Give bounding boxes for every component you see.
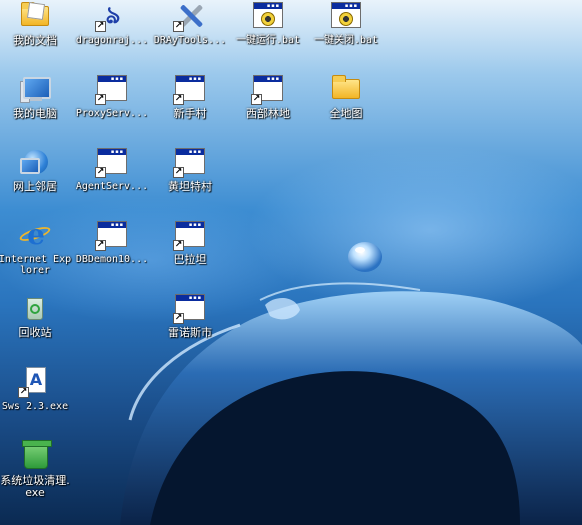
desktop-icon-my-computer[interactable]: 我的电脑: [0, 73, 74, 145]
desktop-icon-network-places[interactable]: 网上邻居: [0, 146, 74, 218]
icon-label: 网上邻居: [13, 180, 57, 193]
batch-file-icon: ▪▪▪: [251, 0, 285, 32]
desktop-icon-balatan[interactable]: ▪▪▪ ↗ 巴拉坦: [151, 219, 229, 291]
desktop-icon-my-documents[interactable]: 我的文档: [0, 0, 74, 72]
folder-icon: [329, 73, 363, 105]
icon-label: 我的电脑: [13, 107, 57, 120]
dragon-app-icon: ঌ ↗: [95, 1, 121, 32]
desktop-icon-close-all-bat[interactable]: ▪▪▪ 一键关闭.bat: [307, 0, 385, 72]
batch-file-icon: ▪▪▪: [329, 0, 363, 32]
desktop-icon-draytools[interactable]: ↗ DRAyTools...: [151, 0, 229, 72]
desktop[interactable]: 我的文档 ঌ ↗ dragonraj... ↗ DRAyTools... ▪▪▪ …: [0, 0, 582, 525]
icon-label: dragonraj...: [75, 35, 149, 46]
exe-window-icon: ▪▪▪ ↗: [173, 73, 207, 105]
desktop-icon-huangtan-village[interactable]: ▪▪▪ ↗ 黄坦特村: [151, 146, 229, 218]
exe-window-icon: ▪▪▪ ↗: [173, 292, 207, 324]
icon-label: 回收站: [18, 326, 52, 339]
icon-label: AgentServ...: [75, 181, 149, 192]
icon-label: 系统垃圾清理.exe: [0, 474, 70, 499]
icon-label: 巴拉坦: [173, 253, 207, 266]
desktop-icon-sws-exe[interactable]: A ↗ Sws 2.3.exe: [0, 366, 74, 438]
my-computer-icon: [18, 73, 52, 105]
icon-label: 一键运行.bat: [235, 35, 301, 46]
exe-window-icon: ▪▪▪ ↗: [173, 146, 207, 178]
desktop-icon-novice-village[interactable]: ▪▪▪ ↗ 新手村: [151, 73, 229, 145]
tools-icon: ↗: [173, 0, 207, 32]
icon-label: Sws 2.3.exe: [1, 401, 69, 412]
desktop-icon-western-woodland[interactable]: ▪▪▪ ↗ 西部林地: [229, 73, 307, 145]
recycle-bin-icon: [18, 292, 52, 324]
icon-label: 全地图: [329, 107, 363, 120]
network-places-icon: [18, 146, 52, 178]
icon-label: 黄坦特村: [168, 180, 212, 193]
folder-documents-icon: [18, 0, 52, 32]
exe-window-icon: ▪▪▪ ↗: [251, 73, 285, 105]
icon-label: 新手村: [173, 107, 207, 120]
desktop-icon-full-map-folder[interactable]: 全地图: [307, 73, 385, 145]
sws-exe-icon: A ↗: [18, 366, 52, 398]
icon-label: ProxyServ...: [75, 108, 149, 119]
exe-window-icon: ▪▪▪ ↗: [95, 73, 129, 105]
desktop-icon-recycle-bin[interactable]: 回收站: [0, 292, 74, 364]
desktop-icon-internet-explorer[interactable]: e Internet Explorer: [0, 219, 74, 291]
internet-explorer-icon: e: [18, 219, 52, 251]
desktop-icon-dragonraja[interactable]: ঌ ↗ dragonraj...: [73, 0, 151, 72]
icon-label: DBDemon10...: [75, 254, 149, 265]
desktop-icon-agentserver[interactable]: ▪▪▪ ↗ AgentServ...: [73, 146, 151, 218]
desktop-icon-renos-city[interactable]: ▪▪▪ ↗ 雷诺斯市: [151, 292, 229, 364]
exe-window-icon: ▪▪▪ ↗: [95, 146, 129, 178]
exe-window-icon: ▪▪▪ ↗: [173, 219, 207, 251]
icon-label: 一键关闭.bat: [313, 35, 379, 46]
desktop-icon-dbdemon[interactable]: ▪▪▪ ↗ DBDemon10...: [73, 219, 151, 291]
desktop-icon-run-all-bat[interactable]: ▪▪▪ 一键运行.bat: [229, 0, 307, 72]
icon-label: 我的文档: [13, 34, 57, 47]
icon-label: 西部林地: [246, 107, 290, 120]
desktop-icon-system-cleaner[interactable]: 系统垃圾清理.exe: [0, 440, 74, 512]
cleaner-exe-icon: [18, 440, 52, 472]
desktop-icon-proxyserver[interactable]: ▪▪▪ ↗ ProxyServ...: [73, 73, 151, 145]
exe-window-icon: ▪▪▪ ↗: [95, 219, 129, 251]
icon-label: 雷诺斯市: [168, 326, 212, 339]
icon-label: DRAyTools...: [153, 35, 227, 46]
icon-label: Internet Explorer: [0, 254, 72, 276]
